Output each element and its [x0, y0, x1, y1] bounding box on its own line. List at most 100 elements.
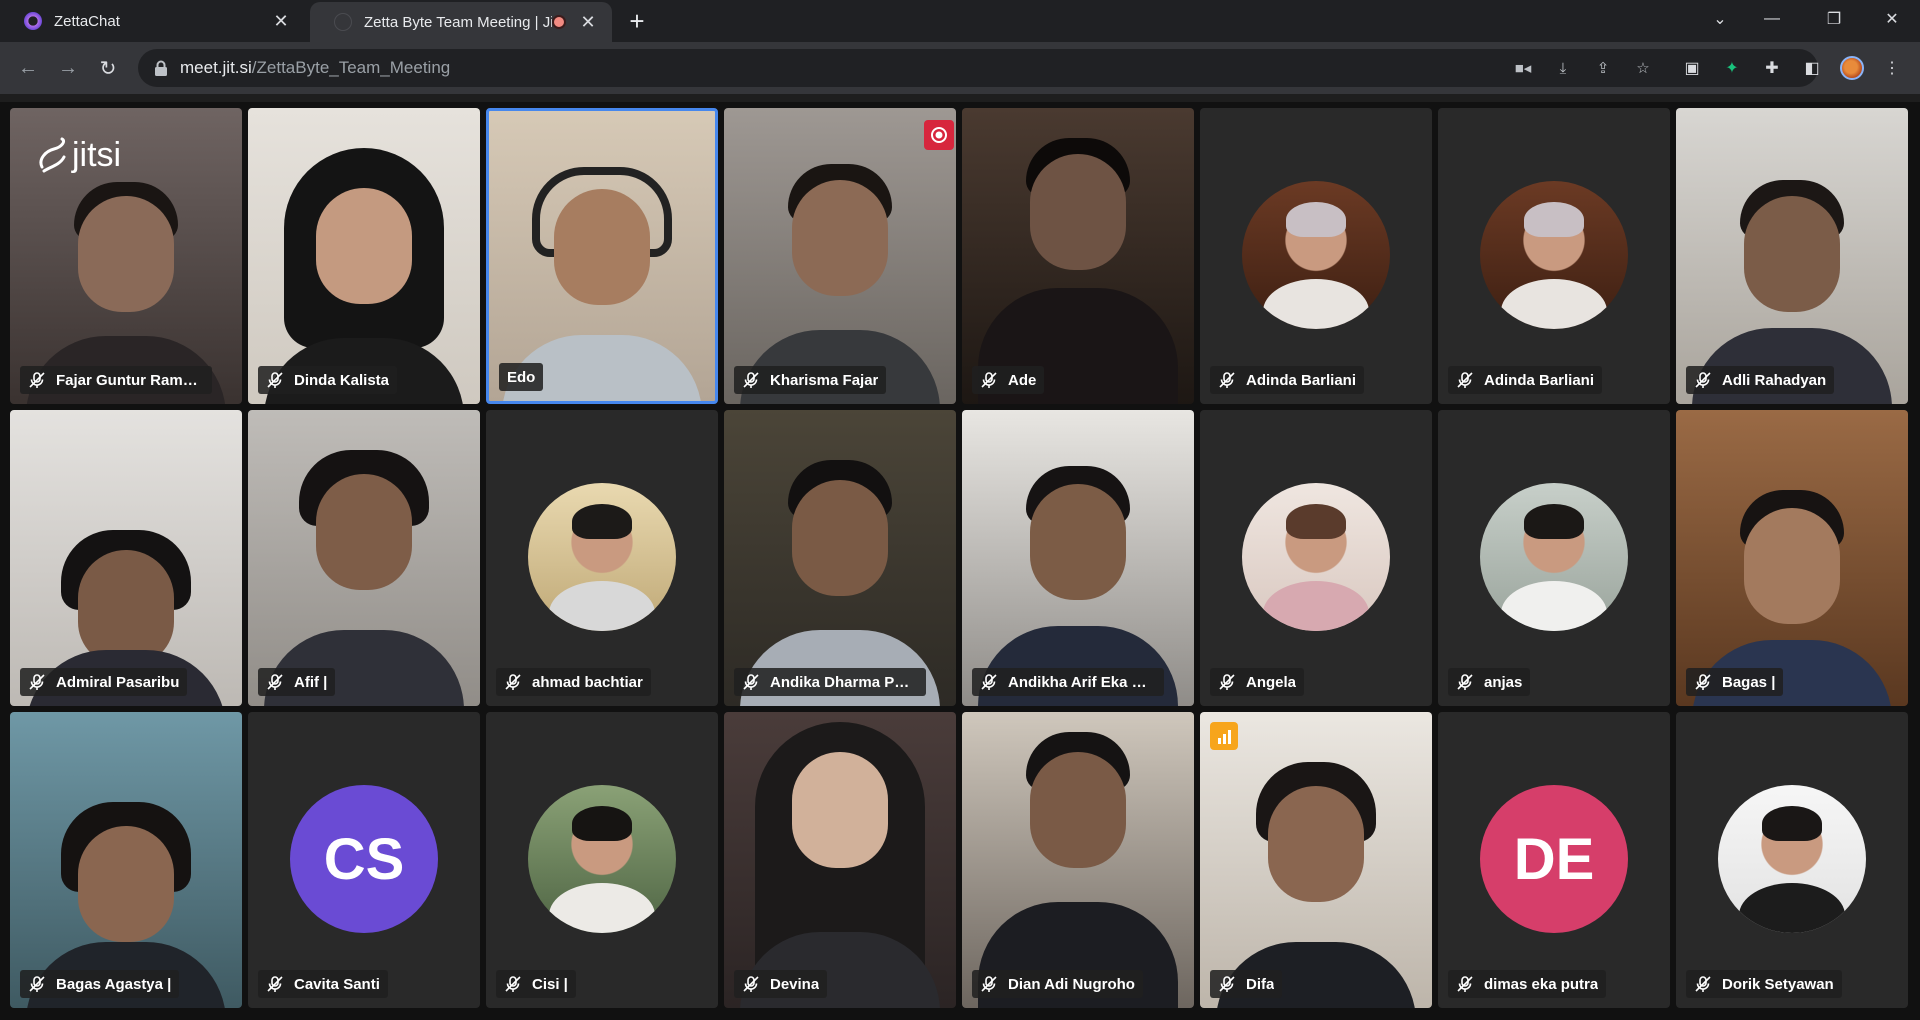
- participant-video: [978, 138, 1178, 404]
- connection-status-icon[interactable]: [1210, 722, 1238, 750]
- participant-name-tag: Cavita Santi: [258, 970, 388, 998]
- participant-avatar: [1242, 181, 1390, 329]
- mic-muted-icon: [1219, 372, 1235, 388]
- participant-tile[interactable]: Adli Rahadyan: [1676, 108, 1908, 404]
- meeting-tile-grid: jitsi Fajar Guntur Ramad... Dinda Kalist…: [0, 102, 1920, 1020]
- mic-muted-icon: [267, 976, 283, 992]
- bookmark-star-icon[interactable]: ☆: [1632, 57, 1654, 79]
- participant-tile[interactable]: Bagas |: [1676, 410, 1908, 706]
- mic-muted-icon: [743, 372, 759, 388]
- picture-in-picture-icon[interactable]: ▣: [1678, 54, 1706, 82]
- participant-tile[interactable]: Afif |: [248, 410, 480, 706]
- participant-name-tag: Difa: [1210, 970, 1283, 998]
- close-tab-icon[interactable]: ✕: [267, 11, 295, 32]
- mic-muted-icon: [1219, 674, 1235, 690]
- mic-muted-icon: [981, 372, 997, 388]
- participant-name-tag: Kharisma Fajar: [734, 366, 887, 394]
- forward-button[interactable]: →: [50, 50, 86, 86]
- participant-tile[interactable]: Andika Dharma Putra: [724, 410, 956, 706]
- side-panel-icon[interactable]: ◧: [1798, 54, 1826, 82]
- participant-name-tag: Adli Rahadyan: [1686, 366, 1835, 394]
- participant-avatar-initials: DE: [1480, 785, 1628, 933]
- participant-name-tag: Dinda Kalista: [258, 366, 398, 394]
- zettachat-favicon-icon: [24, 12, 42, 30]
- participant-name-tag: Dian Adi Nugroho: [972, 970, 1143, 998]
- recording-indicator-icon: [924, 120, 954, 150]
- mic-muted-icon: [1695, 372, 1711, 388]
- mic-muted-icon: [505, 674, 521, 690]
- install-app-icon[interactable]: ⤓: [1552, 57, 1574, 79]
- participant-tile[interactable]: Angela: [1200, 410, 1432, 706]
- participant-name-tag: ahmad bachtiar: [496, 668, 651, 696]
- profile-avatar[interactable]: [1838, 54, 1866, 82]
- mic-muted-icon: [267, 674, 283, 690]
- participant-tile[interactable]: DE dimas eka putra: [1438, 712, 1670, 1008]
- restore-window-button[interactable]: ❐: [1808, 0, 1860, 38]
- participant-name-tag: Afif |: [258, 668, 336, 696]
- tab-title: Zetta Byte Team Meeting | Jitsi Meet: [364, 13, 552, 31]
- participant-tile-dominant-speaker[interactable]: Edo: [486, 108, 718, 404]
- mic-muted-icon: [1457, 976, 1473, 992]
- participant-avatar: [1480, 483, 1628, 631]
- participant-name-tag: Dorik Setyawan: [1686, 970, 1842, 998]
- participant-avatar-initials: CS: [290, 785, 438, 933]
- mic-muted-icon: [1219, 976, 1235, 992]
- extensions-puzzle-icon[interactable]: ✚: [1758, 54, 1786, 82]
- participant-avatar: [1480, 181, 1628, 329]
- participant-tile[interactable]: CS Cavita Santi: [248, 712, 480, 1008]
- mic-muted-icon: [267, 372, 283, 388]
- mic-muted-icon: [981, 674, 997, 690]
- participant-tile[interactable]: Difa: [1200, 712, 1432, 1008]
- tab-recording-icon: [552, 15, 566, 29]
- participant-tile[interactable]: ahmad bachtiar: [486, 410, 718, 706]
- participant-avatar: [1242, 483, 1390, 631]
- new-tab-button[interactable]: +: [622, 6, 652, 36]
- participant-tile[interactable]: Cisi |: [486, 712, 718, 1008]
- participant-name-tag: Ade: [972, 366, 1045, 394]
- participant-tile[interactable]: anjas: [1438, 410, 1670, 706]
- back-button[interactable]: ←: [10, 50, 46, 86]
- jitsi-favicon-icon: [334, 13, 352, 31]
- browser-tab-zettachat[interactable]: ZettaChat ✕: [0, 0, 305, 42]
- participant-tile[interactable]: Kharisma Fajar: [724, 108, 956, 404]
- browser-menu-icon[interactable]: ⋮: [1878, 54, 1906, 82]
- address-bar[interactable]: meet.jit.si/ZettaByte_Team_Meeting ■◂ ⤓ …: [138, 49, 1818, 87]
- mic-muted-icon: [1457, 674, 1473, 690]
- participant-tile[interactable]: Dinda Kalista: [248, 108, 480, 404]
- participant-name-tag: anjas: [1448, 668, 1531, 696]
- participant-video: [978, 732, 1178, 1008]
- reload-button[interactable]: ↻: [90, 50, 126, 86]
- participant-tile[interactable]: Bagas Agastya |: [10, 712, 242, 1008]
- mic-muted-icon: [743, 674, 759, 690]
- toolbar-divider: [0, 94, 1920, 102]
- participant-tile[interactable]: Adinda Barliani: [1200, 108, 1432, 404]
- participant-tile[interactable]: Devina: [724, 712, 956, 1008]
- participant-tile[interactable]: Adinda Barliani: [1438, 108, 1670, 404]
- close-tab-icon[interactable]: ✕: [574, 12, 602, 33]
- camera-in-use-icon[interactable]: ■◂: [1512, 57, 1534, 79]
- close-window-button[interactable]: ✕: [1866, 0, 1918, 38]
- participant-tile[interactable]: jitsi Fajar Guntur Ramad...: [10, 108, 242, 404]
- participant-name-tag: Angela: [1210, 668, 1305, 696]
- participant-tile[interactable]: Admiral Pasaribu: [10, 410, 242, 706]
- participant-name-tag: Fajar Guntur Ramad...: [20, 366, 212, 394]
- tab-title: ZettaChat: [54, 12, 120, 30]
- participant-name-tag: Devina: [734, 970, 828, 998]
- url-host: meet.jit.si: [180, 58, 252, 77]
- minimize-window-button[interactable]: —: [1746, 0, 1798, 38]
- participant-name-tag: Andikha Arif Eka Pu...: [972, 668, 1164, 696]
- extension-green-icon[interactable]: ✦: [1718, 54, 1746, 82]
- share-icon[interactable]: ⇪: [1592, 57, 1614, 79]
- tab-search-icon[interactable]: ⌄: [1694, 0, 1746, 38]
- browser-toolbar: ← → ↻ meet.jit.si/ZettaByte_Team_Meeting…: [0, 42, 1920, 94]
- participant-video: [740, 722, 940, 1008]
- participant-name-tag: Cisi |: [496, 970, 576, 998]
- url-path: /ZettaByte_Team_Meeting: [251, 58, 451, 77]
- participant-tile[interactable]: Ade: [962, 108, 1194, 404]
- jitsi-logo-icon: [39, 137, 66, 172]
- browser-tab-meeting[interactable]: Zetta Byte Team Meeting | Jitsi Meet ✕: [310, 2, 612, 42]
- participant-name-tag: Bagas Agastya |: [20, 970, 180, 998]
- participant-tile[interactable]: Andikha Arif Eka Pu...: [962, 410, 1194, 706]
- participant-tile[interactable]: Dian Adi Nugroho: [962, 712, 1194, 1008]
- participant-tile[interactable]: Dorik Setyawan: [1676, 712, 1908, 1008]
